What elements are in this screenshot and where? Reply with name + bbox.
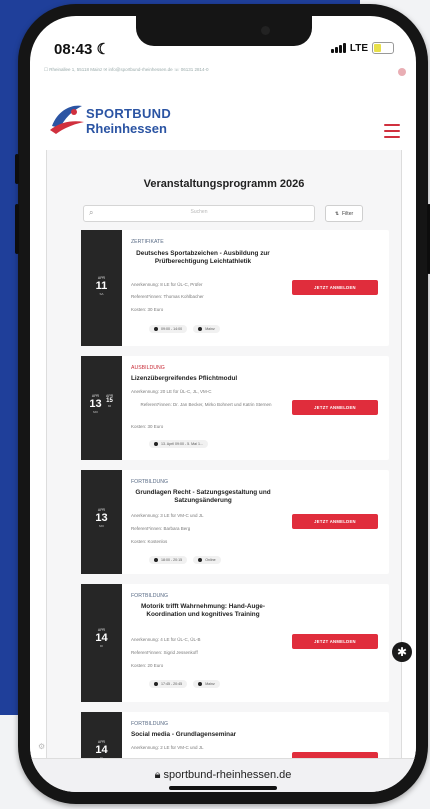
event-day: 13 xyxy=(95,512,108,524)
event-day: 11 xyxy=(95,280,108,292)
event-cost: Kosten: 30 Euro xyxy=(131,424,164,429)
url-text: 🔒︎ sportbund-rheinhessen.de xyxy=(154,769,292,781)
status-time: 08:43 ☾ xyxy=(54,41,110,58)
event-location-pill: Mainz xyxy=(193,680,220,688)
content-margin-right xyxy=(400,150,416,770)
event-category: FORTBILDUNG xyxy=(131,479,169,485)
event-category: FORTBILDUNG xyxy=(131,593,169,599)
menu-icon[interactable] xyxy=(384,124,400,138)
battery-icon xyxy=(372,42,394,54)
event-date: APR 13 MO xyxy=(81,470,122,574)
signal-icon xyxy=(330,43,346,53)
event-title: Grundlagen Recht - Satzungsgestaltung un… xyxy=(135,489,271,505)
event-location-pill: Online xyxy=(193,556,221,564)
notification-dot xyxy=(398,68,406,76)
event-pills: 18:00 - 20:15 Online xyxy=(149,556,221,564)
event-pills: 09:00 - 14:00 Mainz xyxy=(149,325,220,333)
site-header: SPORTBUND Rheinhessen xyxy=(30,84,416,151)
clock-icon xyxy=(154,327,158,331)
logo-mark-icon xyxy=(50,105,84,134)
lock-icon: 🔒︎ xyxy=(154,769,161,781)
event-cost: Kosten: 30 Euro xyxy=(131,307,164,312)
event-recognition: Anerkennung: 2 LE für VM-C und JL xyxy=(131,745,204,750)
phone-volume-up xyxy=(15,204,19,254)
camera-icon xyxy=(261,26,270,35)
event-list-section: Veranstaltungsprogramm 2026 ⌕ Suchen ⇅ F… xyxy=(46,150,402,772)
contact-info: ☐ Rheinallee 1, 55118 Mainz ✉ info@sport… xyxy=(44,67,209,72)
phone-screen: 08:43 ☾ LTE ☐ Rheinallee 1, 55118 Mainz … xyxy=(30,16,416,792)
event-category: FORTBILDUNG xyxy=(131,721,169,727)
event-time-pill: 09:00 - 14:00 xyxy=(149,325,188,333)
event-speakers: Referent*innen: Sigrid Jessenkoff xyxy=(131,650,198,655)
sportbund-logo[interactable]: SPORTBUND Rheinhessen xyxy=(48,100,171,140)
settings-icon[interactable]: ⚙ xyxy=(38,742,45,751)
register-button[interactable]: JETZT ANMELDEN xyxy=(292,280,378,295)
event-card[interactable]: APR 14 DI FORTBILDUNG Motorik trifft Wah… xyxy=(81,584,389,702)
event-title: Deutsches Sportabzeichen - Ausbildung zu… xyxy=(136,250,270,266)
event-recognition: Anerkennung: 20 LE für ÜL-C, JL, VM-C xyxy=(131,389,212,394)
logo-text-line2: Rheinhessen xyxy=(86,121,167,136)
event-time-pill: 18:00 - 20:15 xyxy=(149,556,188,564)
event-date: APR 13 MO APR 15 MI xyxy=(81,356,122,460)
event-recognition: Anerkennung: 8 LE für ÜL-C, Prüfer xyxy=(131,282,203,287)
event-card[interactable]: APR 13 MO APR 15 MI AUSBILDUNG Lizenzübe… xyxy=(81,356,389,460)
search-input[interactable]: ⌕ Suchen xyxy=(83,205,315,222)
register-button[interactable]: JETZT ANMELDEN xyxy=(292,634,378,649)
status-icons: LTE xyxy=(330,42,394,54)
event-day: 14 xyxy=(95,632,108,644)
accessibility-icon[interactable]: ✱ xyxy=(392,642,412,662)
event-speakers: Referent*innen: Dr. Jan Becker, Mirko Bo… xyxy=(140,402,272,407)
location-icon xyxy=(198,682,203,686)
filter-button[interactable]: ⇅ Filter xyxy=(325,205,363,222)
event-location-pill: Mainz xyxy=(193,325,220,333)
event-date: APR 11 SA xyxy=(81,230,122,346)
event-recognition: Anerkennung: 3 LE für VM-C und JL xyxy=(131,513,204,518)
event-time-pill: 13. April 09:00 - 5. Mai 1... xyxy=(149,440,208,448)
event-card[interactable]: APR 13 MO FORTBILDUNG Grundlagen Recht -… xyxy=(81,470,389,574)
event-recognition: Anerkennung: 4 LE für ÜL-C, ÜL-B xyxy=(131,637,201,642)
page-title: Veranstaltungsprogramm 2026 xyxy=(143,178,305,190)
clock-icon xyxy=(154,558,158,562)
event-title: Social media - Grundlagenseminar xyxy=(131,731,237,738)
location-icon xyxy=(198,327,203,331)
event-title: Motorik trifft Wahrnehmung: Hand-Auge-Ko… xyxy=(140,603,265,619)
logo-text-line1: SPORTBUND xyxy=(86,106,172,121)
register-button[interactable]: JETZT ANMELDEN xyxy=(292,400,378,415)
clock-icon xyxy=(154,682,158,686)
event-cost: Kosten: 20 Euro xyxy=(131,663,164,668)
event-title: Lizenzübergreifendes Pflichtmodul xyxy=(131,375,238,382)
phone-side-button xyxy=(15,154,19,184)
phone-frame: 08:43 ☾ LTE ☐ Rheinallee 1, 55118 Mainz … xyxy=(15,4,430,804)
event-date: APR 14 DI xyxy=(81,584,122,702)
home-indicator[interactable] xyxy=(169,786,277,790)
event-cost: Kosten: Kostenlos xyxy=(131,539,168,544)
event-card[interactable]: APR 11 SA ZERTIFIKATE Deutsches Sportabz… xyxy=(81,230,389,346)
event-speakers: Referent*innen: Thomas Kohlbacher xyxy=(131,294,204,299)
event-category: ZERTIFIKATE xyxy=(131,239,164,245)
search-placeholder: Suchen xyxy=(190,209,208,215)
filter-icon: ⇅ xyxy=(334,210,340,217)
event-category: AUSBILDUNG xyxy=(131,365,165,371)
event-speakers: Referent*innen: Barbara Berg xyxy=(131,526,191,531)
notch xyxy=(136,16,312,46)
event-day: 14 xyxy=(95,744,108,756)
location-icon xyxy=(198,558,203,562)
content-margin-left xyxy=(30,150,46,770)
register-button[interactable]: JETZT ANMELDEN xyxy=(292,514,378,529)
event-time-pill: 17:45 - 20:45 xyxy=(149,680,188,688)
event-pills: 13. April 09:00 - 5. Mai 1... xyxy=(149,440,208,448)
network-label: LTE xyxy=(349,42,368,54)
moon-icon: ☾ xyxy=(96,41,110,58)
clock-icon xyxy=(154,442,158,446)
event-pills: 17:45 - 20:45 Mainz xyxy=(149,680,220,688)
